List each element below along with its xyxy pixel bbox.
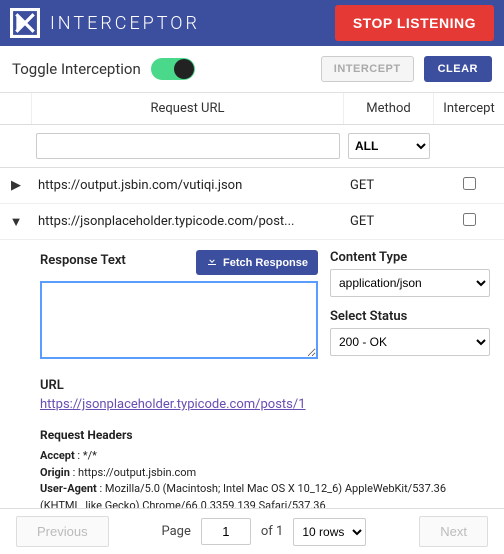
rows-per-page-select[interactable]: 10 rows: [293, 518, 366, 546]
fetch-button-label: Fetch Response: [223, 257, 308, 269]
table-row: ▶ https://output.jsbin.com/vutiqi.json G…: [0, 168, 504, 204]
stop-listening-button[interactable]: STOP LISTENING: [335, 5, 494, 41]
previous-button[interactable]: Previous: [16, 516, 109, 547]
clear-button[interactable]: CLEAR: [424, 56, 492, 82]
method-filter-select[interactable]: ALL: [348, 133, 430, 159]
url-label: URL: [40, 378, 490, 393]
row-method: GET: [344, 208, 434, 235]
subheader: Toggle Interception INTERCEPT CLEAR: [0, 46, 504, 93]
filter-row: ALL: [0, 125, 504, 168]
column-method: Method: [344, 93, 434, 124]
row-url: https://output.jsbin.com/vutiqi.json: [32, 172, 344, 199]
page-label: Page: [161, 524, 190, 539]
url-link[interactable]: https://jsonplaceholder.typicode.com/pos…: [40, 397, 306, 412]
app-logo: [10, 8, 40, 38]
app-title: INTERCEPTOR: [50, 13, 325, 34]
intercept-button[interactable]: INTERCEPT: [321, 56, 414, 82]
column-url: Request URL: [32, 93, 344, 124]
fetch-response-button[interactable]: Fetch Response: [196, 250, 318, 275]
column-expand: [0, 93, 32, 124]
header-line: Origin : https://output.jsbin.com: [40, 465, 490, 482]
status-select[interactable]: 200 - OK: [330, 328, 490, 356]
response-text-label: Response Text: [40, 253, 126, 268]
request-headers-label: Request Headers: [40, 426, 490, 444]
status-label: Select Status: [330, 309, 490, 324]
url-filter-input[interactable]: [36, 133, 340, 159]
expand-toggle[interactable]: ▼: [0, 208, 32, 236]
table-header: Request URL Method Intercept: [0, 93, 504, 125]
expand-toggle[interactable]: ▶: [0, 172, 32, 199]
row-url: https://jsonplaceholder.typicode.com/pos…: [32, 208, 344, 235]
interception-toggle[interactable]: [151, 58, 195, 80]
table-row: ▼ https://jsonplaceholder.typicode.com/p…: [0, 204, 504, 240]
content-type-select[interactable]: application/json: [330, 269, 490, 297]
column-intercept: Intercept: [434, 93, 504, 124]
toggle-knob: [174, 59, 194, 79]
pagination: Previous Page of 1 10 rows Next: [0, 508, 504, 554]
row-method: GET: [344, 172, 434, 199]
intercept-checkbox[interactable]: [463, 213, 476, 226]
toggle-label: Toggle Interception: [12, 60, 141, 78]
download-icon: [206, 255, 218, 270]
response-textarea[interactable]: [40, 281, 318, 359]
page-input[interactable]: [201, 518, 251, 545]
header-line: Accept : */*: [40, 448, 490, 465]
next-button[interactable]: Next: [419, 516, 488, 547]
detail-panel: Response Text Fetch Response Content Typ…: [0, 240, 504, 542]
intercept-checkbox[interactable]: [463, 177, 476, 190]
content-type-label: Content Type: [330, 250, 490, 265]
of-label: of 1: [261, 524, 283, 539]
app-header: INTERCEPTOR STOP LISTENING: [0, 0, 504, 46]
